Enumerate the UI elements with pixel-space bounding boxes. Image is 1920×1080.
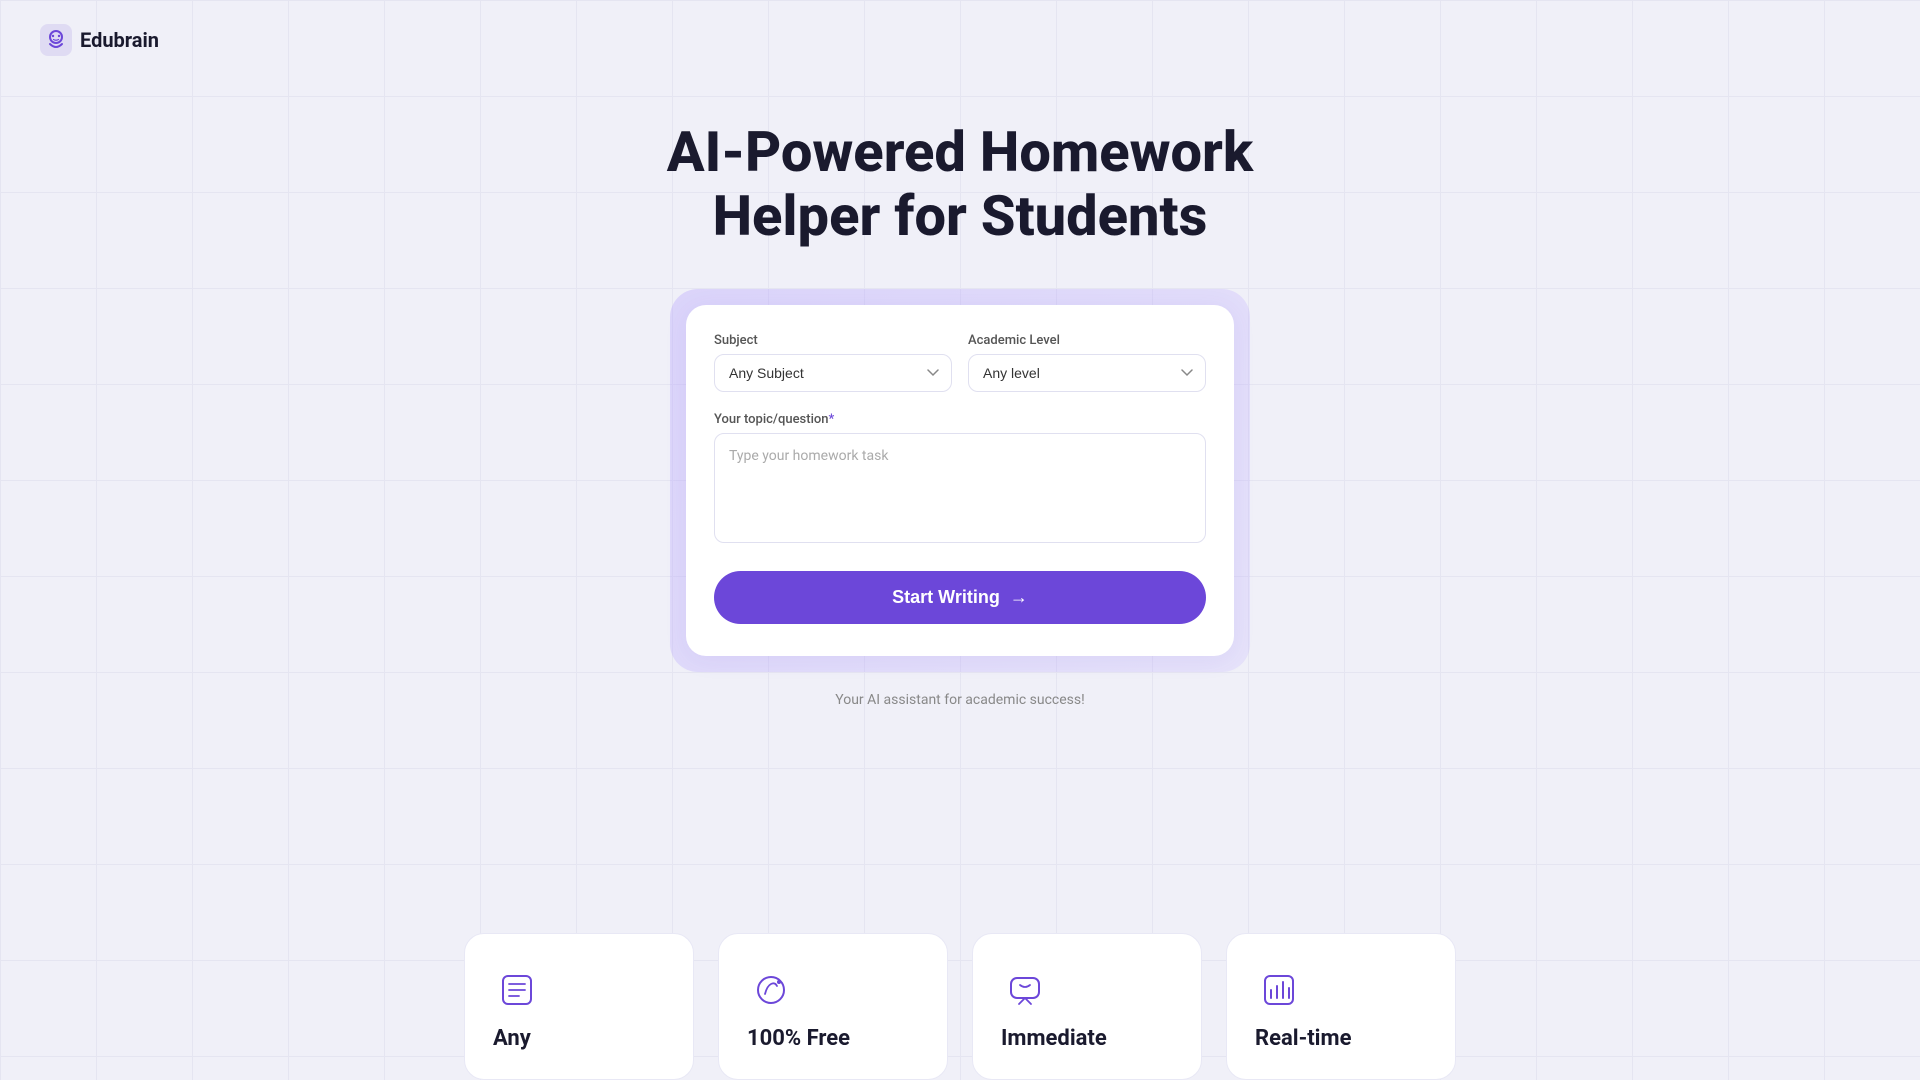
topic-textarea[interactable] xyxy=(714,433,1206,543)
start-writing-button[interactable]: Start Writing → xyxy=(714,571,1206,624)
level-label: Academic Level xyxy=(968,333,1206,348)
feature-title-any: Any xyxy=(493,1026,531,1051)
topic-label-wrapper: Your topic/question* xyxy=(714,412,1206,427)
features-row: Any 100% Free Immediate xyxy=(0,933,1920,1080)
topic-group: Your topic/question* xyxy=(714,412,1206,547)
hero-title: AI-Powered Homework Helper for Students xyxy=(610,120,1310,249)
feature-title-immediate: Immediate xyxy=(1001,1026,1107,1051)
subject-label: Subject xyxy=(714,333,952,348)
subject-select[interactable]: Any Subject Mathematics Science English … xyxy=(714,354,952,392)
feature-card-any: Any xyxy=(464,933,694,1080)
logo-text: Edubrain xyxy=(80,28,159,52)
feature-icon-immediate xyxy=(1001,966,1049,1014)
form-row-top: Subject Any Subject Mathematics Science … xyxy=(714,333,1206,392)
feature-card-realtime: Real-time xyxy=(1226,933,1456,1080)
tagline: Your AI assistant for academic success! xyxy=(835,692,1084,708)
feature-icon-realtime xyxy=(1255,966,1303,1014)
topic-label: Your topic/question xyxy=(714,412,829,427)
subject-group: Subject Any Subject Mathematics Science … xyxy=(714,333,952,392)
feature-icon-any xyxy=(493,966,541,1014)
form-card: Subject Any Subject Mathematics Science … xyxy=(686,305,1234,656)
feature-title-realtime: Real-time xyxy=(1255,1026,1351,1051)
logo-icon xyxy=(40,24,72,56)
feature-card-free: 100% Free xyxy=(718,933,948,1080)
start-writing-label: Start Writing xyxy=(892,587,1000,608)
arrow-right-icon: → xyxy=(1010,587,1028,608)
logo: Edubrain xyxy=(40,24,159,56)
header: Edubrain xyxy=(0,0,1920,80)
form-card-outer: Subject Any Subject Mathematics Science … xyxy=(670,289,1250,672)
feature-card-immediate: Immediate xyxy=(972,933,1202,1080)
main-content: AI-Powered Homework Helper for Students … xyxy=(0,120,1920,708)
level-group: Academic Level Any level Elementary Midd… xyxy=(968,333,1206,392)
required-star: * xyxy=(829,412,835,427)
feature-icon-free xyxy=(747,966,795,1014)
feature-title-free: 100% Free xyxy=(747,1026,850,1051)
level-select[interactable]: Any level Elementary Middle School High … xyxy=(968,354,1206,392)
